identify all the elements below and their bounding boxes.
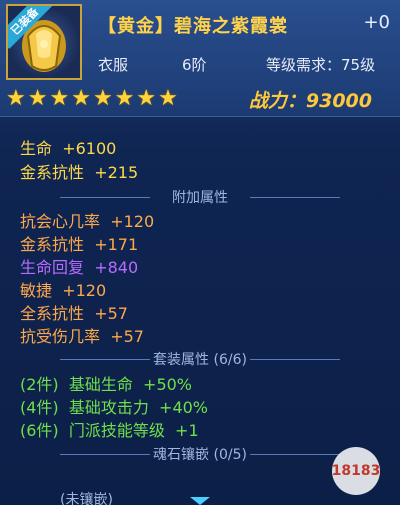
extra-stat: 生命回复 +840 [20,258,139,277]
star-icon: ★ [158,86,178,111]
extra-stat: 抗会心几率 +120 [20,212,155,231]
extra-stat: 敏捷 +120 [20,281,107,300]
item-icon-frame[interactable]: 已装备 [6,4,82,80]
extra-attributes-header: 附加属性 [0,187,400,207]
star-rating: ★ ★ ★ ★ ★ ★ ★ ★ [6,88,178,110]
extra-stat: 全系抗性 +57 [20,304,128,323]
item-info-row: 衣服 6阶 等级需求：75级 [82,46,400,82]
star-icon: ★ [114,86,135,111]
set-bonus: (4件) 基础攻击力 +40% [20,398,208,417]
combat-power: 战力：93000 [248,90,372,112]
item-title: 【黄金】碧海之紫霞裳 [98,16,288,37]
scroll-down-icon[interactable] [190,497,210,505]
item-type: 衣服 [98,55,129,74]
item-tier: 6阶 [182,55,207,74]
site-watermark-logo: 18183 [332,447,381,495]
star-icon: ★ [71,86,91,111]
star-icon: ★ [6,86,26,111]
base-stat-hp: 生命 +6100 [20,139,117,158]
enhance-level: +0 [363,12,390,33]
item-tooltip-panel: 已装备 【黄金】碧海之紫霞裳 +0 衣服 6阶 等级需求：75级 ★ ★ ★ ★ ★ ★ ★… [0,0,400,505]
star-icon: ★ [92,86,113,111]
star-icon: ★ [49,86,70,111]
level-requirement: 等级需求：75级 [266,55,376,74]
set-attributes-header: 套装属性 (6/6) [0,349,400,369]
extra-stat: 金系抗性 +171 [20,235,139,254]
extra-stat: 抗受伤几率 +57 [20,327,144,346]
set-bonus: (2件) 基础生命 +50% [20,375,192,394]
item-header: 已装备 【黄金】碧海之紫霞裳 +0 衣服 6阶 等级需求：75级 ★ ★ ★ ★ ★ ★ ★… [0,0,400,117]
stats-body: 生命 +6100 金系抗性 +215 附加属性 抗会心几率 +120 金系抗性 … [0,117,400,505]
set-bonus: (6件) 门派技能等级 +1 [20,421,199,440]
star-icon: ★ [136,86,157,111]
star-icon: ★ [27,86,48,111]
soulstone-slot-label: (未镶嵌) [60,492,113,505]
svg-text:18183: 18183 [332,463,381,479]
base-stat-metal-res: 金系抗性 +215 [20,163,139,182]
